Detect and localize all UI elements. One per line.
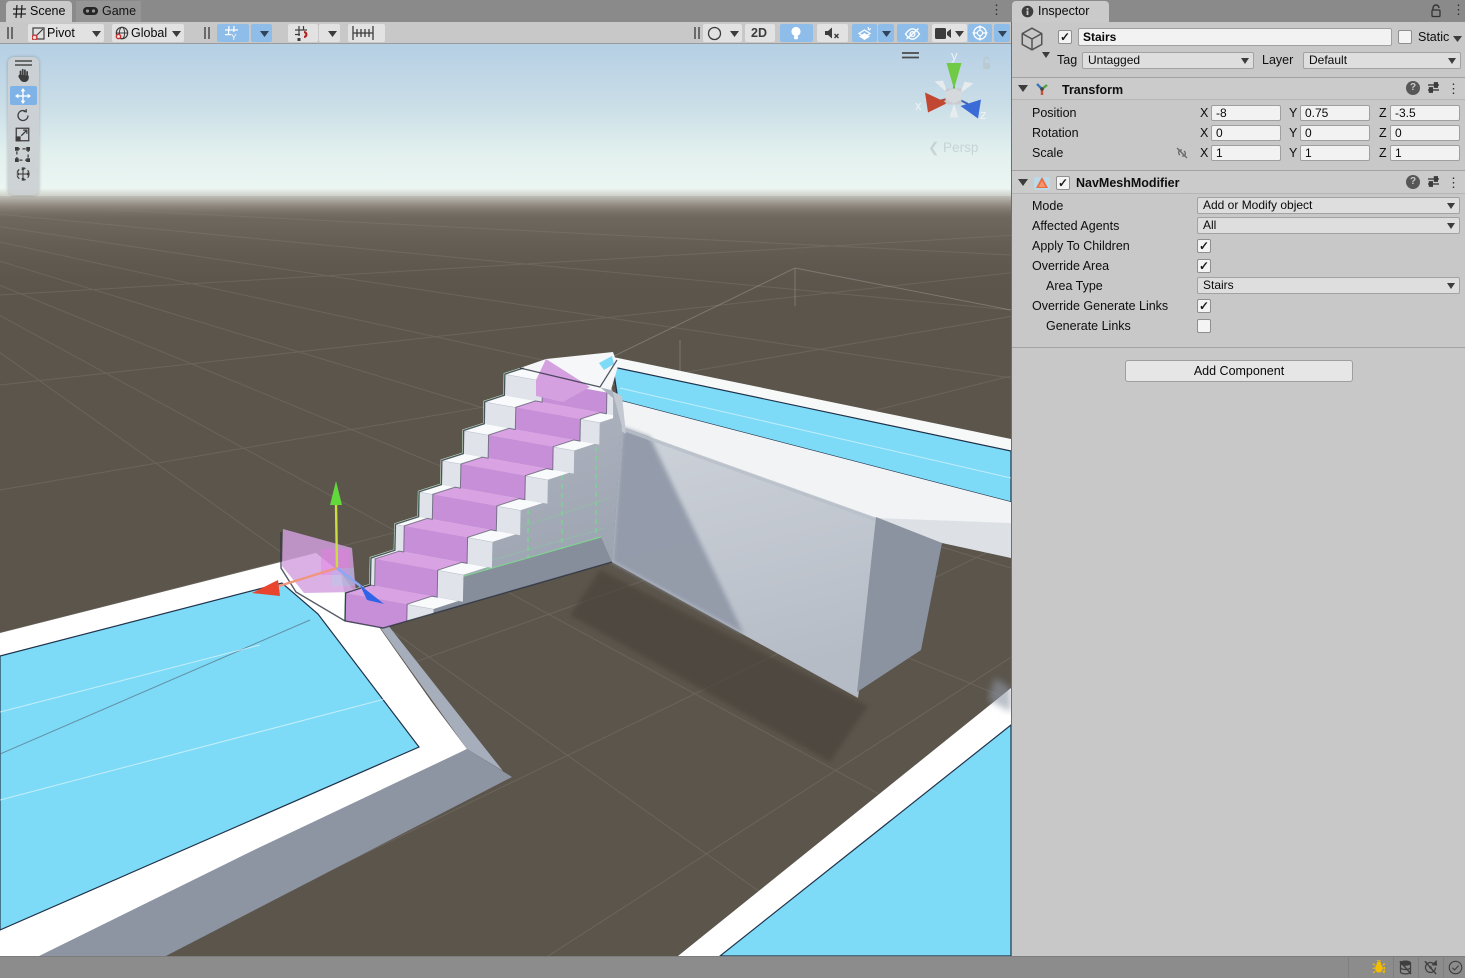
svg-text:y: y <box>951 48 958 63</box>
svg-text:Y: Y <box>231 32 237 41</box>
svg-text:x: x <box>915 98 922 113</box>
svg-text:❮ Persp: ❮ Persp <box>928 140 978 156</box>
svg-text:z: z <box>980 107 987 122</box>
